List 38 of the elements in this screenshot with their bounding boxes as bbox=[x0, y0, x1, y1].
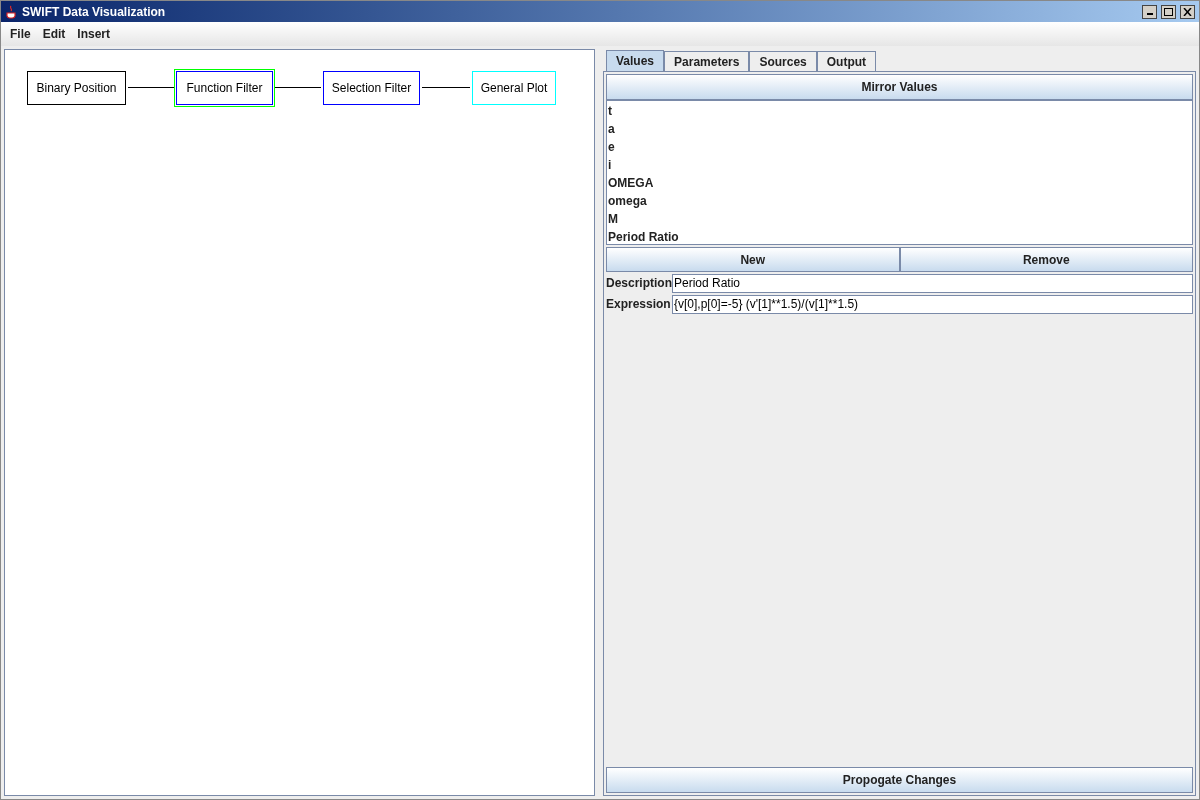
remove-button[interactable]: Remove bbox=[899, 247, 1193, 272]
field-label: Description bbox=[606, 275, 672, 292]
minimize-button[interactable] bbox=[1142, 4, 1157, 19]
list-item[interactable]: M bbox=[607, 210, 1192, 228]
text-field[interactable]: {v[0],p[0]=-5} (v'[1]**1.5)/(v[1]**1.5) bbox=[672, 294, 1193, 314]
list-item[interactable]: Period Ratio bbox=[607, 228, 1192, 246]
menu-item[interactable]: File bbox=[10, 25, 31, 43]
connector-line bbox=[421, 87, 471, 88]
list-item[interactable]: t bbox=[607, 102, 1192, 120]
menu-item[interactable]: Edit bbox=[42, 25, 66, 43]
window-title: SWIFT Data Visualization bbox=[22, 3, 166, 21]
list-item[interactable]: OMEGA bbox=[607, 174, 1192, 192]
maximize-icon bbox=[1164, 7, 1173, 16]
tab[interactable]: Sources bbox=[749, 51, 817, 71]
diagram-node[interactable]: Selection Filter bbox=[321, 69, 422, 107]
cup-icon bbox=[5, 4, 18, 19]
connector-line bbox=[127, 87, 175, 88]
minimize-icon bbox=[1146, 13, 1153, 15]
tab[interactable]: Output bbox=[816, 51, 877, 71]
propagate-changes-button[interactable]: Propogate Changes bbox=[606, 767, 1193, 793]
connector-line bbox=[274, 87, 322, 88]
list-item[interactable]: e bbox=[607, 138, 1192, 156]
close-icon bbox=[1183, 7, 1192, 16]
mirror-values-button[interactable]: Mirror Values bbox=[606, 74, 1193, 100]
list-item[interactable]: i bbox=[607, 156, 1192, 174]
tab[interactable]: Values bbox=[606, 50, 665, 71]
diagram-node[interactable]: General Plot bbox=[470, 69, 558, 107]
tab[interactable]: Parameters bbox=[664, 51, 750, 71]
list-item[interactable]: a bbox=[607, 120, 1192, 138]
field-label: Expression bbox=[606, 296, 672, 313]
maximize-button[interactable] bbox=[1161, 4, 1176, 19]
list-item[interactable]: omega bbox=[607, 192, 1192, 210]
close-button[interactable] bbox=[1180, 4, 1195, 19]
menu-item[interactable]: Insert bbox=[77, 25, 111, 43]
new-button[interactable]: New bbox=[606, 247, 900, 272]
diagram-node[interactable]: Function Filter bbox=[174, 69, 275, 107]
text-field[interactable]: Period Ratio bbox=[672, 273, 1193, 293]
diagram-node[interactable]: Binary Position bbox=[25, 69, 128, 107]
